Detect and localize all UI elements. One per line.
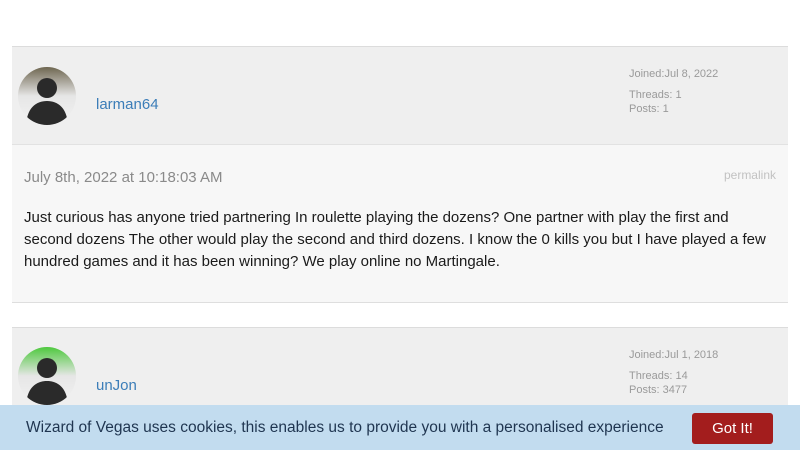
username-link[interactable]: unJon — [96, 377, 137, 394]
permalink-link[interactable]: permalink — [724, 168, 776, 182]
username-link[interactable]: larman64 — [96, 96, 159, 113]
user-stats: Joined:Jul 8, 2022 Threads: 1 Posts: 1 — [629, 67, 718, 116]
avatar[interactable] — [18, 347, 76, 405]
threads-count: Threads: 1 — [629, 89, 682, 101]
user-silhouette-icon — [18, 67, 76, 125]
post-text: Just curious has anyone tried partnering… — [24, 209, 766, 270]
post-header: unJon Joined:Jul 1, 2018 Threads: 14 Pos… — [12, 327, 788, 417]
post-date: July 8th, 2022 at 10:18:03 AM — [24, 169, 223, 186]
user-silhouette-icon — [18, 347, 76, 405]
threads-count: Threads: 14 — [629, 370, 688, 382]
posts-count: Posts: 3477 — [629, 384, 688, 396]
cookie-message: Wizard of Vegas uses cookies, this enabl… — [26, 419, 664, 436]
posts-count: Posts: 1 — [629, 103, 669, 115]
joined-date: Joined:Jul 1, 2018 — [629, 349, 719, 361]
got-it-button[interactable]: Got It! — [692, 413, 773, 444]
avatar[interactable] — [18, 67, 76, 125]
user-stats: Joined:Jul 1, 2018 Threads: 14 Posts: 34… — [629, 348, 718, 397]
cookie-banner: Wizard of Vegas uses cookies, this enabl… — [0, 405, 800, 450]
post-body: July 8th, 2022 at 10:18:03 AM permalink … — [12, 145, 788, 303]
post-header: larman64 Joined:Jul 8, 2022 Threads: 1 P… — [12, 46, 788, 145]
joined-date: Joined:Jul 8, 2022 — [629, 68, 719, 80]
